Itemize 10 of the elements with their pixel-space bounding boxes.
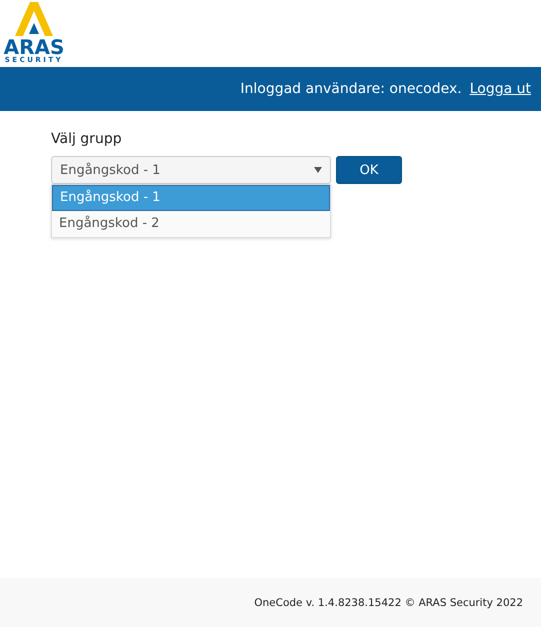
logo-icon (13, 0, 55, 38)
group-label: Välj grupp (51, 131, 123, 147)
logged-in-user: Inloggad användare: onecodex. (240, 81, 462, 97)
caret-icon (314, 167, 322, 173)
ok-button[interactable]: OK (336, 156, 402, 184)
dropdown-option[interactable]: Engångskod - 2 (52, 211, 330, 237)
footer-copyright: OneCode v. 1.4.8238.15422 © ARAS Security 2022 (254, 596, 523, 608)
logout-link[interactable]: Logga ut (470, 81, 531, 97)
logo-text: ARAS (4, 38, 64, 56)
group-dropdown[interactable]: Engångskod - 1 (51, 156, 331, 184)
